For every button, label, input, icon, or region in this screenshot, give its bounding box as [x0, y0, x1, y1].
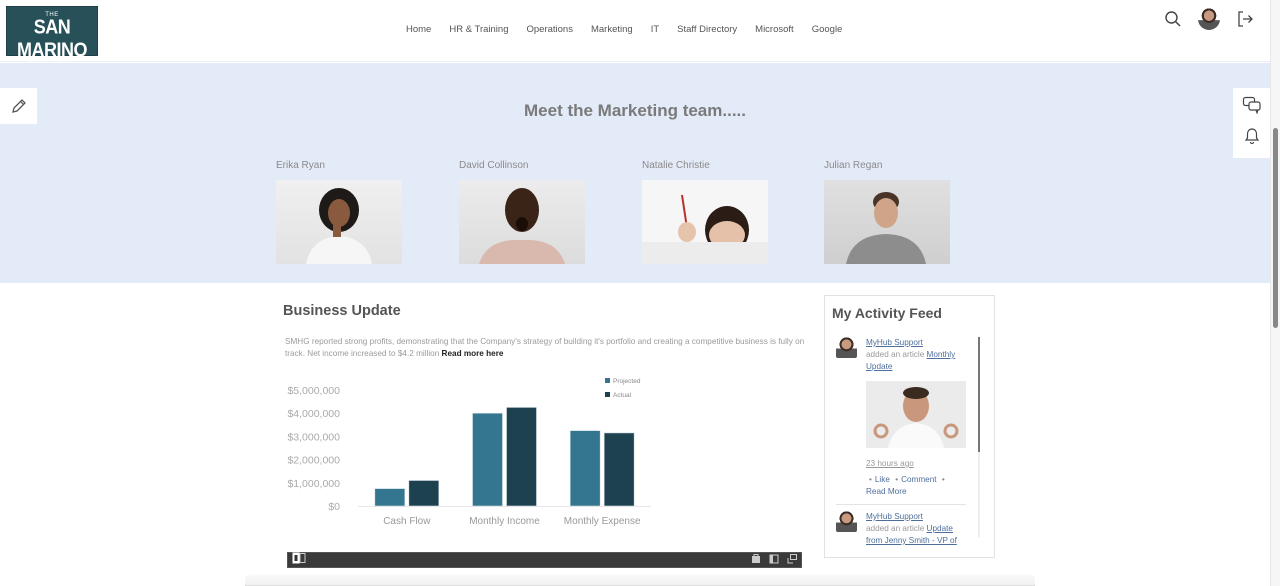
header-actions	[1162, 8, 1256, 30]
member-photo	[824, 180, 950, 264]
popout-icon[interactable]	[787, 551, 797, 569]
team-member[interactable]: Erika Ryan	[276, 160, 402, 264]
edit-page-button[interactable]	[0, 88, 37, 124]
page-scroll-thumb[interactable]	[1273, 128, 1278, 328]
bottom-panel-edge	[245, 574, 1035, 586]
member-photo	[642, 180, 768, 264]
nav-marketing[interactable]: Marketing	[591, 24, 633, 35]
member-name: Erika Ryan	[276, 160, 325, 171]
edit-workbook-icon[interactable]	[751, 551, 761, 569]
feed-timestamp[interactable]: 23 hours ago	[866, 458, 971, 470]
bar-projected	[374, 488, 406, 507]
y-tick-label: $4,000,000	[287, 408, 340, 420]
bar-projected	[472, 412, 503, 507]
legend-swatch	[605, 378, 610, 383]
feed-scroll-thumb[interactable]	[978, 337, 980, 452]
feed-body: MyHub Support added an article Monthly U…	[866, 337, 971, 498]
search-icon[interactable]	[1162, 8, 1184, 30]
chat-icon[interactable]	[1242, 96, 1262, 119]
member-photo	[459, 180, 585, 264]
excel-icon[interactable]	[292, 551, 306, 569]
bar-actual	[506, 407, 537, 507]
user-avatar[interactable]	[1198, 8, 1220, 30]
business-update-title: Business Update	[283, 303, 401, 319]
like-link[interactable]: Like	[875, 475, 890, 484]
legend-label: Actual	[613, 392, 632, 399]
read-more-feed-link[interactable]: Read More	[866, 487, 907, 496]
team-hero: Meet the Marketing team..... Erika Ryan …	[0, 63, 1270, 283]
nav-microsoft[interactable]: Microsoft	[755, 24, 794, 35]
business-update-text: SMHG reported strong profits, demonstrat…	[285, 336, 805, 360]
company-logo[interactable]: THE SAN MARINO HOTEL GROUP	[6, 6, 98, 66]
member-name: Julian Regan	[824, 160, 883, 171]
feed-article-image[interactable]	[866, 381, 966, 448]
feed-divider	[836, 504, 966, 505]
x-tick-label: Monthly Income	[469, 516, 540, 527]
legend-label: Projected	[613, 378, 641, 385]
nav-operations[interactable]: Operations	[526, 24, 572, 35]
business-chart: $0 $1,000,000 $2,000,000 $3,000,000 $4,000,0…	[287, 378, 651, 527]
y-tick-label: $5,000,000	[287, 385, 340, 397]
nav-hr-training[interactable]: HR & Training	[449, 24, 508, 35]
y-tick-label: $0	[328, 501, 340, 513]
team-member[interactable]: Natalie Christie	[642, 160, 768, 264]
feed-actions: • Like • Comment • Read More	[866, 475, 945, 496]
feed-action: added an article	[866, 524, 927, 533]
bar-actual	[603, 432, 635, 507]
nav-staff-directory[interactable]: Staff Directory	[677, 24, 737, 35]
feed-user-link[interactable]: MyHub Support	[866, 511, 971, 523]
activity-feed-title: My Activity Feed	[832, 305, 942, 321]
feed-user-avatar[interactable]	[836, 511, 857, 532]
y-tick-label: $2,000,000	[287, 455, 340, 467]
member-photo	[276, 180, 402, 264]
bar-projected	[569, 430, 601, 507]
sign-out-icon[interactable]	[1234, 8, 1256, 30]
x-tick-label: Cash Flow	[383, 516, 431, 527]
pencil-icon	[11, 99, 26, 113]
bar-actual	[408, 480, 440, 507]
nav-home[interactable]: Home	[406, 24, 431, 35]
y-tick-label: $1,000,000	[287, 478, 340, 490]
team-member[interactable]: David Collinson	[459, 160, 585, 264]
feed-user-link[interactable]: MyHub Support	[866, 337, 971, 349]
nav-google[interactable]: Google	[812, 24, 843, 35]
page: THE SAN MARINO HOTEL GROUP Home HR & Tra…	[0, 0, 1280, 586]
page-scrollbar[interactable]	[1270, 0, 1280, 586]
y-tick-label: $3,000,000	[287, 431, 340, 443]
feed-user-avatar[interactable]	[836, 337, 857, 358]
member-name: David Collinson	[459, 160, 529, 171]
comment-link[interactable]: Comment	[901, 475, 937, 484]
feed-body: MyHub Support added an article Update fr…	[866, 511, 971, 547]
feed-scrollbar[interactable]	[978, 337, 980, 537]
main-nav: Home HR & Training Operations Marketing …	[406, 24, 860, 35]
team-member[interactable]: Julian Regan	[824, 160, 950, 264]
business-update-body: SMHG reported strong profits, demonstrat…	[285, 337, 805, 358]
side-panel	[1233, 88, 1270, 158]
hero-title: Meet the Marketing team.....	[524, 101, 746, 120]
view-icon[interactable]	[769, 551, 779, 569]
member-name: Natalie Christie	[642, 160, 710, 171]
activity-feed: My Activity Feed MyHub Support added an …	[824, 295, 995, 558]
feed-action: added an article	[866, 350, 927, 359]
excel-toolbar-actions	[751, 551, 797, 569]
header: THE SAN MARINO HOTEL GROUP Home HR & Tra…	[0, 0, 1270, 66]
excel-viewer-toolbar	[287, 552, 802, 568]
bell-icon[interactable]	[1244, 127, 1260, 150]
x-tick-label: Monthly Expense	[564, 516, 641, 527]
logo-line-2: SAN MARINO	[17, 15, 88, 61]
legend-swatch	[605, 392, 610, 397]
nav-it[interactable]: IT	[651, 24, 659, 35]
read-more-link[interactable]: Read more here	[442, 349, 504, 358]
